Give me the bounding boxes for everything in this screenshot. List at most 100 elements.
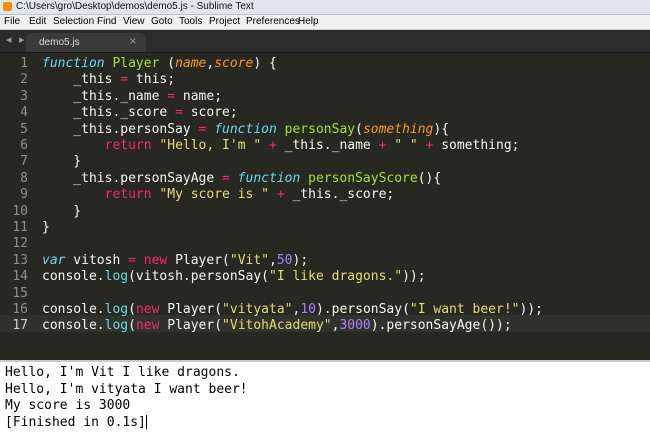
line-number: 7 (20, 154, 28, 170)
code-token: (vitosh.personSay( (128, 269, 269, 285)
code-token: score (214, 56, 254, 71)
code-line[interactable]: console.log(new Player("VitohAcademy",30… (42, 318, 512, 334)
code-token: )); (519, 302, 543, 317)
code-token: _this (42, 72, 121, 88)
code-token: something (362, 121, 434, 137)
code-line[interactable]: function Player (name,score) { (42, 56, 277, 72)
code-line[interactable]: return "Hello, I'm " + _this._name + " "… (42, 138, 520, 154)
code-line[interactable]: _this._name = name; (42, 89, 222, 105)
code-line[interactable]: console.log(vitosh.personSay("I like dra… (42, 269, 426, 285)
menu-selection[interactable]: Selection (53, 16, 94, 27)
code-token: "My score is " (159, 187, 269, 203)
build-output-panel[interactable]: Hello, I'm Vit I like dragons. Hello, I'm… (0, 362, 650, 433)
tab-nav-arrows-icon[interactable]: ◂ ▸ (6, 33, 27, 46)
code-token: ).personSay( (315, 302, 410, 317)
line-number: 3 (20, 88, 28, 104)
code-token: ); (292, 252, 309, 268)
menu-preferences[interactable]: Preferences (246, 16, 300, 27)
code-token: log (104, 318, 129, 334)
code-line[interactable]: var vitosh = new Player("Vit",50); (42, 253, 308, 269)
code-token: return (104, 138, 152, 153)
line-number: 12 (12, 236, 28, 252)
code-token: Player( (167, 252, 230, 268)
line-number: 4 (20, 105, 28, 121)
line-number: 1 (20, 56, 28, 71)
tab-bar: ◂ ▸ demo5.js × (0, 30, 650, 53)
code-token: } (42, 220, 50, 235)
code-token: name (175, 56, 207, 71)
code-token: console. (42, 269, 105, 285)
menu-find[interactable]: Find (97, 16, 116, 27)
line-number: 2 (20, 72, 28, 88)
code-token: return (104, 187, 152, 203)
menu-help[interactable]: Help (298, 16, 319, 27)
code-token: console. (42, 318, 105, 334)
code-token: "vityata" (222, 302, 293, 317)
code-line[interactable]: } (42, 154, 81, 170)
code-token: vitosh (65, 252, 129, 268)
line-number: 11 (12, 220, 28, 235)
line-number: 13 (12, 252, 28, 268)
code-token: function (237, 170, 301, 186)
code-line[interactable]: return "My score is " + _this._score; (42, 187, 395, 203)
code-token: + (269, 138, 277, 153)
menu-goto[interactable]: Goto (151, 16, 173, 27)
code-token: ( (355, 121, 363, 137)
code-token: _this.personSayAge (42, 170, 223, 186)
line-number: 8 (20, 170, 28, 186)
console-output-line: Hello, I'm Vit I like dragons. (5, 365, 240, 382)
code-line[interactable]: _this.personSayAge = function personSayS… (42, 171, 441, 187)
code-token: log (104, 302, 129, 317)
code-token: = (222, 170, 230, 186)
code-token: personSayScore (308, 170, 418, 186)
code-token: new (135, 302, 160, 317)
code-token: console. (42, 302, 105, 317)
code-token: = (175, 105, 183, 121)
code-line[interactable]: _this.personSay = function personSay(som… (42, 122, 449, 138)
text-cursor (145, 415, 147, 429)
menu-project[interactable]: Project (209, 16, 240, 27)
code-line[interactable]: _this = this; (42, 72, 175, 88)
menu-file[interactable]: File (4, 16, 20, 27)
code-token: "VitohAcademy" (222, 318, 332, 334)
code-line[interactable]: console.log(new Player("vityata",10).per… (42, 302, 543, 318)
code-token: = (128, 252, 136, 268)
line-number: 14 (12, 269, 28, 285)
code-editor[interactable]: 1 2 3 4 5 6 7 8 9 10 11 12 13 14 15 16 17 function Playe… (0, 53, 650, 359)
code-token: ( (128, 302, 136, 317)
code-line[interactable]: } (42, 204, 81, 220)
line-number: 5 (20, 121, 28, 137)
console-text: [Finished in 0.1s] (5, 414, 146, 430)
code-line[interactable]: _this._score = score; (42, 105, 237, 121)
code-token: new (143, 252, 168, 268)
code-token: "Vit" (229, 252, 270, 268)
code-token: , (269, 252, 277, 268)
tab-close-icon[interactable]: × (129, 36, 137, 47)
console-output-line: My score is 3000 (5, 398, 130, 415)
menu-view[interactable]: View (123, 16, 145, 27)
code-line[interactable]: } (42, 220, 50, 236)
code-token: ){ (433, 121, 450, 137)
code-token: 50 (276, 252, 293, 268)
menu-edit[interactable]: Edit (29, 16, 46, 27)
menu-tools[interactable]: Tools (179, 16, 202, 27)
sublime-app-icon (3, 2, 12, 11)
code-token: ) { (253, 56, 277, 71)
code-token: Player( (159, 318, 223, 334)
tab-demo5-js[interactable]: demo5.js × (26, 33, 146, 52)
code-token: _this._name (276, 138, 379, 153)
code-token: ).personSayAge()); (370, 318, 512, 334)
code-token: ( (128, 318, 136, 334)
code-token: } (42, 203, 82, 219)
code-token: = (167, 88, 176, 104)
line-number: 17 (12, 318, 28, 334)
code-token: = (120, 72, 129, 88)
code-token: _this._score (42, 105, 176, 121)
